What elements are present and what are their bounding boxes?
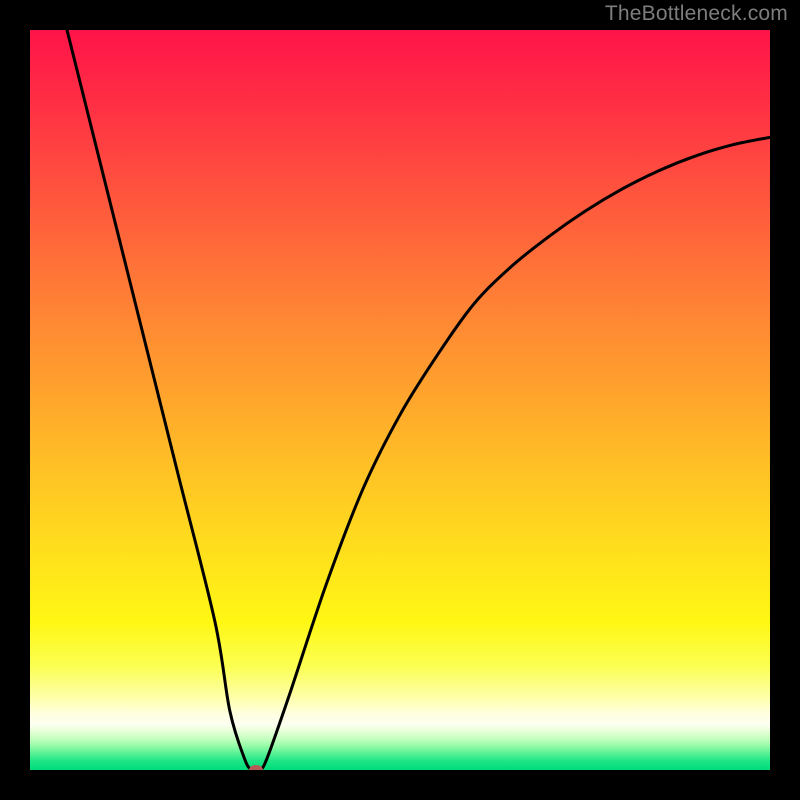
watermark-text: TheBottleneck.com xyxy=(605,2,788,26)
plot-area xyxy=(30,30,770,770)
bottleneck-curve xyxy=(30,30,770,770)
chart-container: TheBottleneck.com xyxy=(0,0,800,800)
optimum-marker xyxy=(249,765,263,770)
